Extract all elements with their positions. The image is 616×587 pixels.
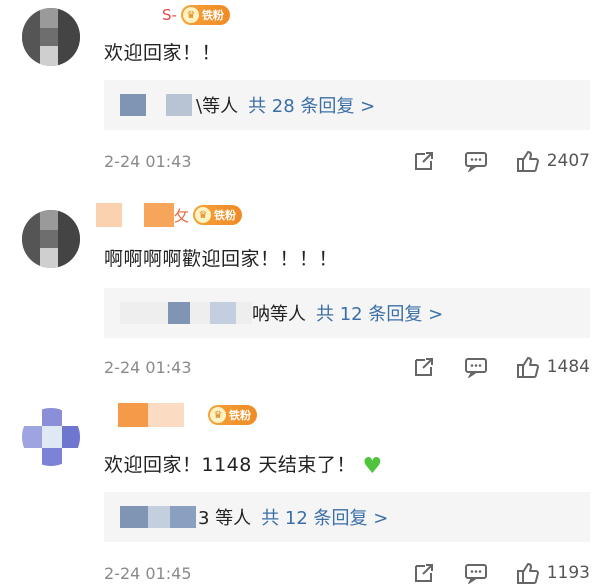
fan-badge-label: 铁粉 — [229, 409, 251, 422]
thumbs-up-icon[interactable] — [515, 560, 541, 586]
share-icon[interactable] — [411, 148, 437, 174]
timestamp: 2-24 01:43 — [104, 151, 192, 171]
fan-badge-label: 铁粉 — [214, 209, 237, 222]
comment-actions: 1484 — [385, 354, 590, 380]
comment-meta: 2-24 01:45 1193 — [104, 560, 590, 586]
username[interactable]: S- — [162, 6, 177, 24]
avatar[interactable] — [22, 8, 80, 66]
reply-summary[interactable]: 3 等人 共 12 条回复 > — [104, 492, 590, 542]
fan-badge: ♛ 铁粉 — [208, 405, 257, 425]
green-heart-emoji: ♥ — [362, 454, 383, 479]
comment-icon[interactable] — [463, 148, 489, 174]
timestamp: 2-24 01:43 — [104, 357, 192, 377]
username-row[interactable]: S- ♛ 铁粉 — [104, 2, 230, 28]
like-count: 1193 — [546, 563, 590, 583]
comment-text: 欢迎回家！！ — [104, 42, 222, 64]
fan-badge: ♛ 铁粉 — [180, 5, 230, 25]
username-row[interactable]: ♛ 铁粉 — [118, 402, 257, 428]
blurred-avatars — [120, 506, 198, 528]
blurred-username — [96, 203, 122, 227]
blurred-username — [118, 403, 148, 427]
comment-actions: 2407 — [385, 148, 590, 174]
crown-icon: ♛ — [210, 407, 226, 423]
blurred-avatars — [120, 302, 252, 324]
blurred-username-block — [122, 203, 144, 227]
share-icon[interactable] — [411, 560, 437, 586]
avatar[interactable] — [22, 408, 80, 466]
fan-badge: ♛ 铁粉 — [193, 205, 243, 225]
reply-users-suffix: 呐等人 — [252, 304, 306, 325]
reply-users-suffix: \等人 — [196, 96, 239, 117]
comment-meta: 2-24 01:43 2407 — [104, 148, 590, 174]
comment-meta: 2-24 01:43 1484 — [104, 354, 590, 380]
like-count: 2407 — [546, 151, 590, 171]
avatar[interactable] — [22, 210, 80, 268]
view-replies-link[interactable]: 共 12 条回复 > — [261, 504, 388, 530]
blurred-username-block — [144, 203, 174, 227]
thumbs-up-icon[interactable] — [515, 354, 541, 380]
blurred-avatars — [120, 94, 196, 116]
comment-text: 啊啊啊啊歡迎回家！！！！ — [104, 248, 339, 270]
comment-icon[interactable] — [463, 560, 489, 586]
crown-icon: ♛ — [195, 207, 212, 223]
blurred-username-block — [148, 403, 184, 427]
reply-summary[interactable]: 呐等人 共 12 条回复 > — [104, 288, 590, 338]
crown-icon: ♛ — [182, 7, 199, 23]
reply-summary[interactable]: \等人 共 28 条回复 > — [104, 80, 590, 130]
username-row[interactable]: 攵 ♛ 铁粉 — [96, 202, 243, 228]
view-replies-link[interactable]: 共 28 条回复 > — [248, 92, 375, 118]
comment-text: 欢迎回家！1148 天结束了！ ♥ — [104, 450, 383, 479]
reply-users-suffix: 3 等人 — [198, 508, 252, 529]
comment-icon[interactable] — [463, 354, 489, 380]
username[interactable]: 攵 — [174, 205, 189, 226]
timestamp: 2-24 01:45 — [104, 563, 192, 583]
comment-text-content: 欢迎回家！1148 天结束了！ — [104, 454, 356, 476]
thumbs-up-icon[interactable] — [515, 148, 541, 174]
like-count: 1484 — [546, 357, 590, 377]
comment-actions: 1193 — [385, 560, 590, 586]
view-replies-link[interactable]: 共 12 条回复 > — [316, 300, 443, 326]
fan-badge-label: 铁粉 — [201, 9, 224, 22]
share-icon[interactable] — [411, 354, 437, 380]
